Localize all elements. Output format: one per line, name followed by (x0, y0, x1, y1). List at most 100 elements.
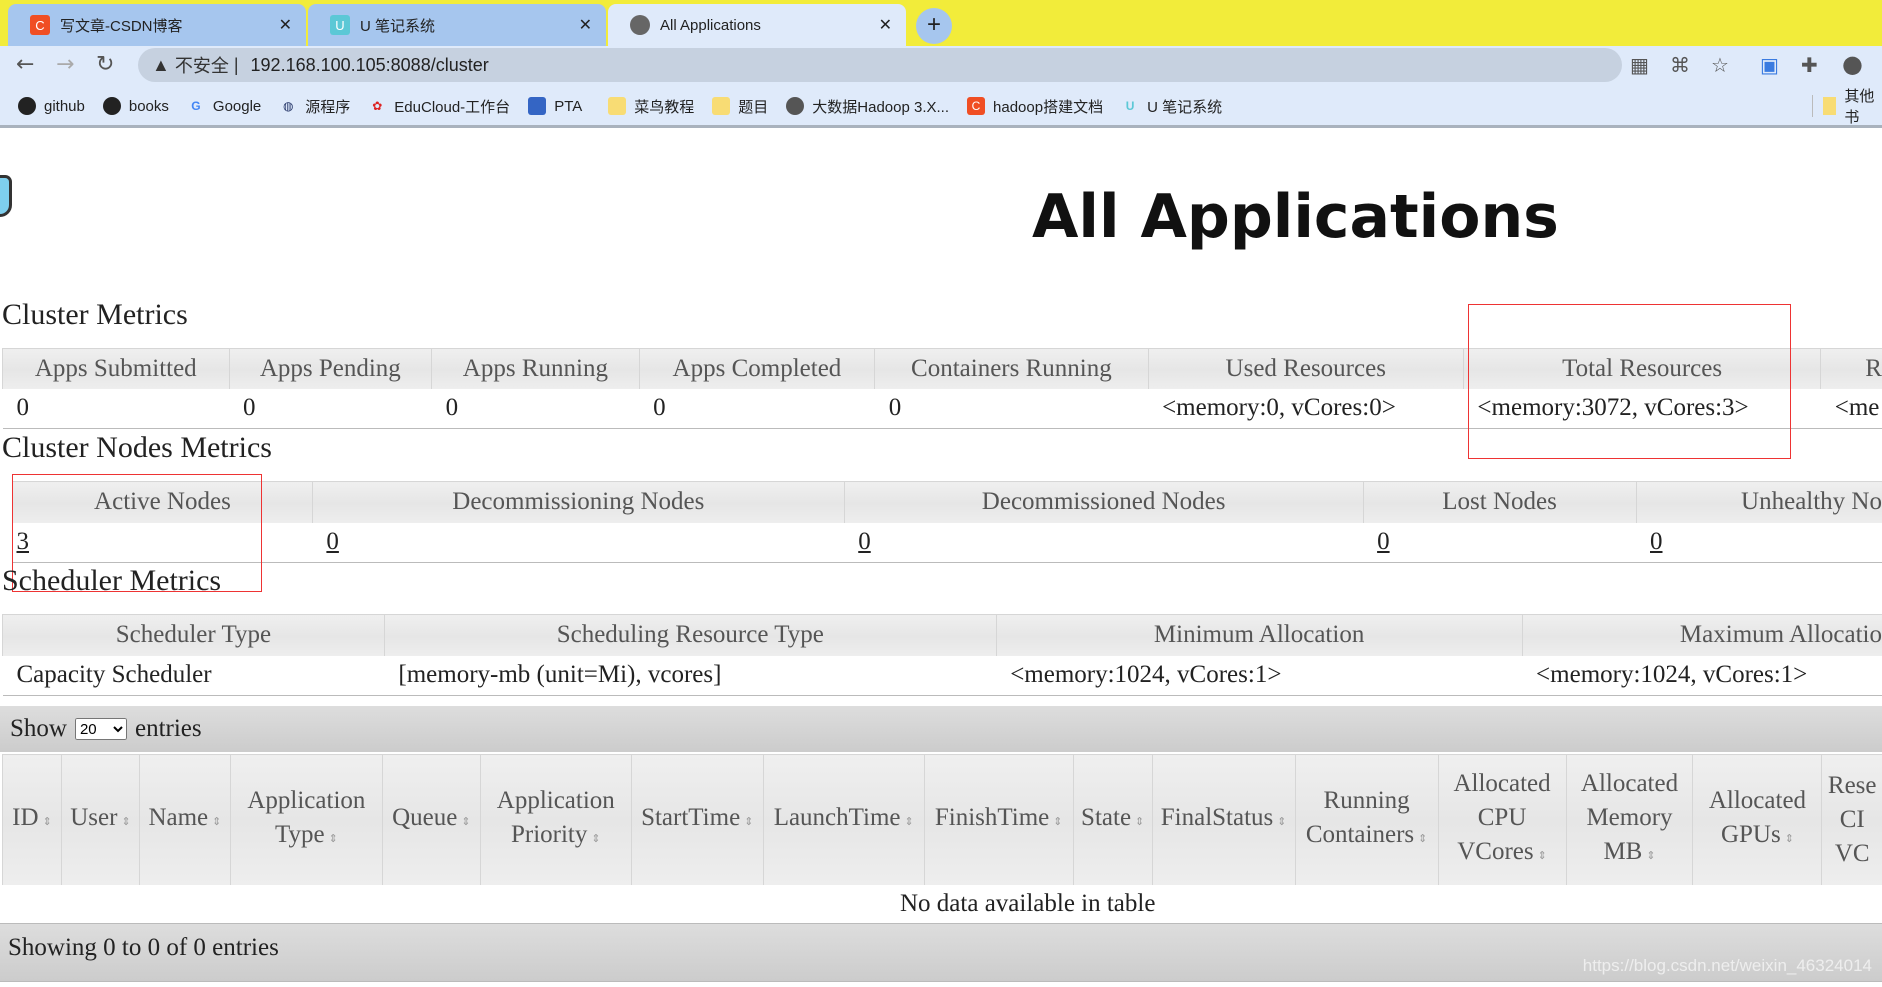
col-user[interactable]: User ⇕ (60, 754, 140, 885)
bookmark-books[interactable]: books (102, 97, 169, 115)
bookmark-hadoop-course[interactable]: 大数据Hadoop 3.X... (786, 96, 949, 117)
huawei-icon: ✿ (372, 99, 383, 113)
col-id[interactable]: ID ⇕ (2, 754, 62, 885)
decommissioned-nodes-link[interactable]: 0 (858, 528, 871, 555)
col-running-containers[interactable]: Running Containers ⇕ (1294, 754, 1439, 885)
col-apps-submitted: Apps Submitted (2, 348, 230, 389)
column-label: Allocated CPU VCores (1453, 769, 1551, 865)
col-finishtime[interactable]: FinishTime ⇕ (923, 754, 1074, 885)
sort-icon[interactable]: ⇕ (1135, 815, 1144, 828)
page-size-select[interactable]: 20 (74, 718, 127, 740)
security-label: 不安全 (174, 56, 229, 76)
highlight-total-resources (1468, 304, 1791, 459)
col-name[interactable]: Name ⇕ (138, 754, 231, 885)
close-icon[interactable]: ✕ (879, 15, 892, 35)
profile-icon[interactable]: ● (1842, 50, 1863, 78)
col-decommissioning-nodes: Decommissioning Nodes (311, 481, 845, 523)
sort-icon[interactable]: ⇕ (591, 832, 600, 845)
bookmark-label: github (44, 97, 85, 115)
value-apps-running: 0 (431, 388, 640, 429)
unhealthy-nodes-link[interactable]: 0 (1650, 528, 1663, 555)
col-allocated-gpus[interactable]: Allocated GPUs ⇕ (1692, 754, 1822, 885)
watermark: https://blog.csdn.net/weixin_46324014 (1582, 956, 1872, 975)
csdn-icon: C (967, 97, 986, 115)
qr-icon[interactable]: ▦ (1630, 53, 1649, 77)
bookmark-label: PTA (554, 97, 583, 115)
close-icon[interactable]: ✕ (579, 15, 592, 35)
lost-nodes-link[interactable]: 0 (1377, 528, 1390, 555)
bookmark-notes[interactable]: U U 笔记系统 (1121, 96, 1222, 117)
value-containers-running: 0 (874, 388, 1149, 429)
reload-icon[interactable]: ↻ (96, 52, 114, 77)
column-label: Application Type (247, 786, 366, 848)
col-application-priority[interactable]: Application Priority ⇕ (479, 754, 632, 885)
value-maximum-allocation: <memory:1024, vCores:1> (1522, 655, 1882, 696)
decommissioning-nodes-link[interactable]: 0 (326, 528, 339, 555)
sort-icon[interactable]: ⇕ (461, 815, 470, 828)
bookmark-runoob[interactable]: 菜鸟教程 (608, 96, 694, 117)
column-label: User (70, 803, 118, 831)
bookmark-pta[interactable]: PTA (528, 97, 582, 115)
col-used-resources: Used Resources (1147, 348, 1464, 389)
extensions-icon[interactable]: ✚ (1801, 53, 1818, 77)
table-info-text: Showing 0 to 0 of 0 entries (8, 934, 279, 961)
col-finalstatus[interactable]: FinalStatus ⇕ (1151, 754, 1296, 885)
col-allocated-cpu-vcores[interactable]: Allocated CPU VCores ⇕ (1437, 754, 1567, 885)
cluster-metrics-title: Cluster Metrics (2, 298, 188, 331)
col-starttime[interactable]: StartTime ⇕ (630, 754, 764, 885)
value-apps-pending: 0 (229, 388, 432, 429)
sort-icon[interactable]: ⇕ (1053, 815, 1062, 828)
col-decommissioned-nodes: Decommissioned Nodes (843, 481, 1364, 523)
address-bar[interactable]: ▲ 不安全 | 192.168.100.105:8088/cluster (138, 48, 1622, 82)
star-icon[interactable]: ☆ (1711, 53, 1729, 77)
sort-icon[interactable]: ⇕ (744, 815, 753, 828)
bookmark-github[interactable]: github (18, 97, 85, 115)
tab-all-applications[interactable]: All Applications ✕ (608, 4, 906, 46)
column-label: Running Containers (1305, 786, 1415, 848)
forward-icon[interactable]: → (56, 52, 74, 77)
other-bookmarks[interactable]: 其他书 (1812, 88, 1882, 126)
sort-icon[interactable]: ⇕ (1785, 832, 1794, 845)
sort-icon[interactable]: ⇕ (1646, 849, 1655, 862)
bookmark-source[interactable]: ◍ 源程序 (279, 96, 350, 117)
col-scheduling-resource-type: Scheduling Resource Type (383, 614, 997, 656)
col-application-type[interactable]: Application Type ⇕ (229, 754, 383, 885)
value-reserved-resources: <me (1820, 388, 1882, 429)
sort-icon[interactable]: ⇕ (1277, 815, 1286, 828)
new-tab-button[interactable]: + (916, 8, 952, 44)
sort-icon[interactable]: ⇕ (43, 815, 52, 828)
bookmark-google[interactable]: G Google (187, 97, 261, 115)
tab-label: 写文章-CSDN博客 (60, 17, 183, 35)
sort-icon[interactable]: ⇕ (905, 815, 914, 828)
col-rese-ci-vc[interactable]: Rese CI VC (1821, 754, 1882, 885)
sort-icon[interactable]: ⇕ (1418, 832, 1427, 845)
translate-icon[interactable]: ⌘ (1670, 53, 1690, 77)
pta-icon (528, 97, 547, 115)
folder-icon (1823, 97, 1837, 115)
close-icon[interactable]: ✕ (279, 15, 292, 35)
bookmark-questions[interactable]: 题目 (712, 96, 768, 117)
col-state[interactable]: State ⇕ (1072, 754, 1153, 885)
no-data-message: No data available in table (0, 884, 1882, 924)
value-apps-submitted: 0 (2, 388, 230, 429)
google-translate-icon[interactable]: ▣ (1760, 53, 1779, 77)
tab-notes[interactable]: U U 笔记系统 ✕ (308, 4, 606, 46)
sort-icon[interactable]: ⇕ (212, 815, 221, 828)
sort-icon[interactable]: ⇕ (329, 832, 338, 845)
back-icon[interactable]: ← (16, 52, 34, 77)
col-allocated-memory-mb[interactable]: Allocated Memory MB ⇕ (1565, 754, 1693, 885)
col-queue[interactable]: Queue ⇕ (381, 754, 481, 885)
bookmark-label: Google (212, 97, 262, 115)
bookmark-label: 题目 (738, 98, 769, 116)
cluster-nodes-metrics-table: Active Nodes Decommissioning Nodes Decom… (12, 481, 1882, 563)
tab-csdn[interactable]: C 写文章-CSDN博客 ✕ (8, 4, 306, 46)
bookmark-educloud[interactable]: ✿ EduCloud-工作台 (368, 96, 510, 117)
sort-icon[interactable]: ⇕ (121, 815, 130, 828)
col-launchtime[interactable]: LaunchTime ⇕ (762, 754, 925, 885)
sort-icon[interactable]: ⇕ (1538, 849, 1547, 862)
scheduler-metrics-title: Scheduler Metrics (2, 564, 222, 597)
cluster-nodes-metrics-title: Cluster Nodes Metrics (2, 431, 272, 464)
bookmark-hadoop-doc[interactable]: Chadoop搭建文档 (967, 96, 1103, 117)
page-title: All Applications (1032, 182, 1559, 252)
column-label: Name (148, 803, 209, 831)
